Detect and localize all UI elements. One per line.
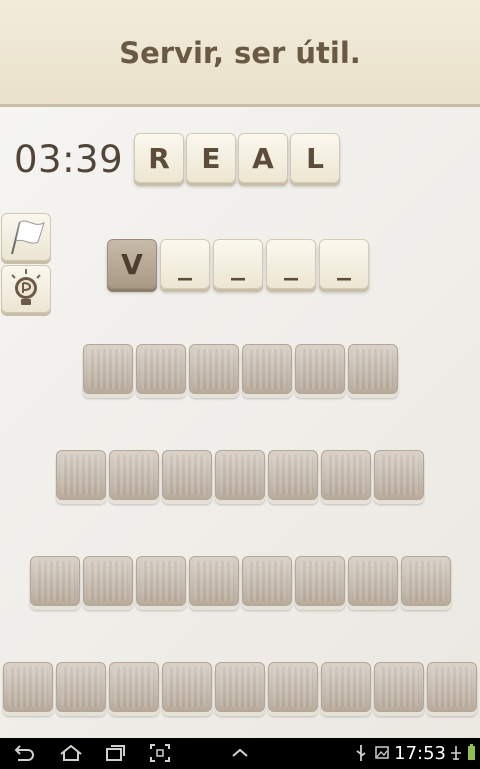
system-navigation-bar: 17:53 xyxy=(0,738,480,769)
hidden-letter-tile[interactable] xyxy=(162,450,212,500)
usb-icon xyxy=(356,745,366,761)
answer-letter-tile[interactable]: _ xyxy=(160,239,210,289)
hidden-letter-tile[interactable] xyxy=(136,556,186,606)
lightbulb-icon xyxy=(11,269,41,305)
given-letter: L xyxy=(306,141,324,175)
given-letter-tile: R xyxy=(134,133,184,183)
timer: 03:39 xyxy=(14,138,124,181)
hidden-letter-tile[interactable] xyxy=(348,556,398,606)
hidden-letter-tile[interactable] xyxy=(348,344,398,394)
given-letter: E xyxy=(201,141,221,175)
recent-apps-icon[interactable] xyxy=(103,742,127,764)
hidden-letter-tile[interactable] xyxy=(30,556,80,606)
hidden-letter-tile[interactable] xyxy=(374,662,424,712)
given-letter-tile: L xyxy=(290,133,340,183)
hidden-letter-tile[interactable] xyxy=(401,556,451,606)
hidden-letter-tile[interactable] xyxy=(295,344,345,394)
hidden-letter-tile[interactable] xyxy=(136,344,186,394)
hidden-letter-tile[interactable] xyxy=(189,344,239,394)
hidden-letter-tile[interactable] xyxy=(215,450,265,500)
hidden-letter-tile[interactable] xyxy=(56,450,106,500)
given-letter-tile: E xyxy=(186,133,236,183)
answer-letter-tile[interactable]: V xyxy=(107,239,157,289)
given-letter-tile: A xyxy=(238,133,288,183)
screenshot-icon[interactable] xyxy=(148,742,172,764)
back-icon[interactable] xyxy=(12,742,36,764)
hidden-letter-tile[interactable] xyxy=(56,662,106,712)
hidden-letter-tile[interactable] xyxy=(3,662,53,712)
clue-header: Servir, ser útil. xyxy=(0,0,480,107)
hidden-letter-tile[interactable] xyxy=(242,556,292,606)
answer-letter: _ xyxy=(284,247,298,281)
hidden-letter-tile[interactable] xyxy=(109,662,159,712)
hidden-letter-tile[interactable] xyxy=(242,344,292,394)
hidden-letter-tile[interactable] xyxy=(268,450,318,500)
hidden-letter-tile[interactable] xyxy=(215,662,265,712)
airplane-icon xyxy=(451,746,461,760)
flag-icon xyxy=(11,220,45,255)
flag-button[interactable] xyxy=(1,213,51,261)
answer-letter: _ xyxy=(337,247,351,281)
answer-letter: V xyxy=(121,247,143,281)
battery-icon xyxy=(468,744,475,760)
answer-letter-tile[interactable]: _ xyxy=(213,239,263,289)
hidden-letter-tile[interactable] xyxy=(374,450,424,500)
hidden-letter-tile[interactable] xyxy=(109,450,159,500)
hidden-letter-tile[interactable] xyxy=(83,556,133,606)
hidden-letter-tile[interactable] xyxy=(268,662,318,712)
answer-letter-tile[interactable]: _ xyxy=(266,239,316,289)
hidden-letter-tile[interactable] xyxy=(321,450,371,500)
hidden-letter-tile[interactable] xyxy=(83,344,133,394)
given-letter: A xyxy=(252,141,274,175)
answer-letter: _ xyxy=(178,247,192,281)
hidden-letter-tile[interactable] xyxy=(162,662,212,712)
home-icon[interactable] xyxy=(58,742,84,764)
status-time: 17:53 xyxy=(394,743,446,764)
hidden-letter-tile[interactable] xyxy=(295,556,345,606)
image-notification-icon xyxy=(375,746,389,759)
hidden-letter-tile[interactable] xyxy=(189,556,239,606)
given-letter: R xyxy=(148,141,170,175)
clue-text: Servir, ser útil. xyxy=(119,36,361,70)
game-board xyxy=(0,107,480,738)
hidden-letter-tile[interactable] xyxy=(427,662,477,712)
answer-letter-tile[interactable]: _ xyxy=(319,239,369,289)
hidden-letter-tile[interactable] xyxy=(321,662,371,712)
answer-letter: _ xyxy=(231,247,245,281)
chevron-up-icon[interactable] xyxy=(228,742,252,764)
hint-button[interactable] xyxy=(1,265,51,313)
